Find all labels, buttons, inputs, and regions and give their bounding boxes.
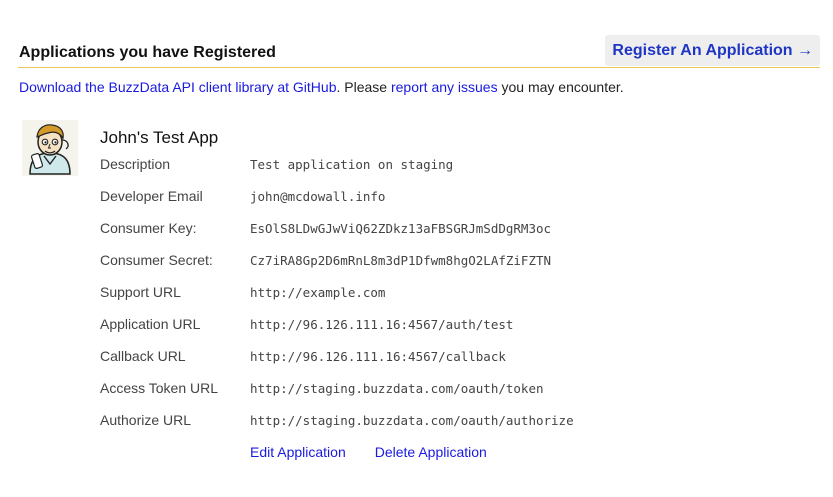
field-value: http://96.126.111.16:4567/callback bbox=[250, 349, 506, 364]
field-label: Authorize URL bbox=[100, 412, 192, 428]
field-value: john@mcdowall.info bbox=[250, 189, 386, 204]
intro-text-part1: . Please bbox=[336, 79, 391, 95]
cartoon-avatar-icon bbox=[22, 120, 78, 176]
app-name: John's Test App bbox=[100, 128, 219, 147]
field-value: http://96.126.111.16:4567/auth/test bbox=[250, 317, 514, 332]
field-value: Test application on staging bbox=[250, 157, 454, 172]
field-label: Description bbox=[100, 156, 171, 172]
field-label: Callback URL bbox=[100, 348, 186, 364]
report-issues-link[interactable]: report any issues bbox=[391, 79, 498, 95]
field-label: Access Token URL bbox=[100, 380, 219, 396]
page-title: Applications you have Registered bbox=[19, 44, 276, 61]
intro-text: Download the BuzzData API client library… bbox=[19, 79, 624, 95]
field-label: Developer Email bbox=[100, 188, 203, 204]
page-header: Applications you have Registered Registe… bbox=[18, 34, 820, 68]
field-label: Support URL bbox=[100, 284, 181, 300]
field-value: http://staging.buzzdata.com/oauth/author… bbox=[250, 413, 574, 428]
app-actions: Edit Application Delete Application bbox=[250, 444, 487, 460]
register-application-button[interactable]: Register An Application → bbox=[605, 35, 820, 66]
field-value: Cz7iRA8Gp2D6mRnL8m3dP1Dfwm8hgO2LAfZiFZTN bbox=[250, 253, 552, 268]
github-download-link[interactable]: Download the BuzzData API client library… bbox=[19, 79, 337, 95]
edit-application-link[interactable]: Edit Application bbox=[250, 444, 346, 460]
field-label: Consumer Key: bbox=[100, 220, 197, 236]
field-value: http://staging.buzzdata.com/oauth/token bbox=[250, 381, 544, 396]
delete-application-link[interactable]: Delete Application bbox=[375, 444, 487, 460]
field-label: Application URL bbox=[100, 316, 201, 332]
field-value: EsOlS8LDwGJwViQ62ZDkz13aFBSGRJmSdDgRM3oc bbox=[250, 221, 552, 236]
field-value: http://example.com bbox=[250, 285, 386, 300]
intro-text-part2: you may encounter. bbox=[497, 79, 624, 95]
field-label: Consumer Secret: bbox=[100, 252, 213, 268]
